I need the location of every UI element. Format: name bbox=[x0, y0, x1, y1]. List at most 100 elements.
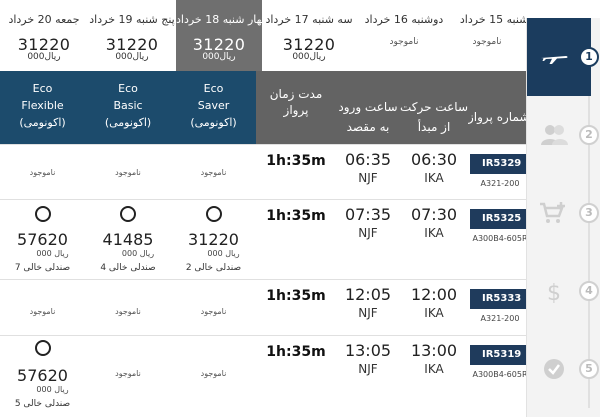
departure-cell: 13:00 IKA bbox=[400, 336, 468, 417]
duration-cell: 1h:35m bbox=[256, 336, 336, 417]
arrival-header-line1: ساعت ورود bbox=[338, 100, 398, 114]
destination-code: NJF bbox=[358, 362, 378, 376]
passengers-icon bbox=[541, 125, 568, 145]
date-tab-currency: 000ریال bbox=[292, 52, 326, 62]
arrival-cell: 06:35 NJF bbox=[336, 145, 400, 199]
svg-text:$: $ bbox=[547, 281, 561, 303]
flight-number-header-label: شماره پرواز bbox=[468, 110, 526, 124]
fare-unavailable: ناموجود bbox=[29, 168, 56, 177]
column-header-departure: ساعت حرکت از مبدأ bbox=[400, 71, 468, 144]
flight-row: 57620 000 ریال 5 صندلی خالی ناموجود نامو… bbox=[0, 335, 528, 417]
duration-cell: 1h:35m bbox=[256, 280, 336, 335]
fare-cell-basic[interactable]: 41485 000 ریال 4 صندلی خالی bbox=[85, 200, 171, 279]
destination-code: NJF bbox=[358, 226, 378, 240]
arrival-time: 07:35 bbox=[344, 205, 392, 224]
departure-cell: 06:30 IKA bbox=[400, 145, 468, 199]
fare-unavailable: ناموجود bbox=[115, 307, 141, 316]
fare-currency: 000 ریال bbox=[121, 249, 155, 258]
fare-header-line: Eco bbox=[118, 82, 138, 95]
date-tab-currency: 000ریال bbox=[27, 52, 61, 62]
date-tab-thursday-19[interactable]: پنج شنبه 19 خرداد 31220 000ریال bbox=[88, 0, 176, 71]
fare-header-name: Basic bbox=[113, 99, 143, 112]
duration-cell: 1h:35m bbox=[256, 200, 336, 279]
fare-cell-flexible[interactable]: 57620 000 ریال 7 صندلی خالی bbox=[0, 200, 85, 279]
flight-row: ناموجود ناموجود ناموجود 1h:35m 12:05 NJF… bbox=[0, 279, 526, 335]
fare-unavailable: ناموجود bbox=[200, 369, 227, 378]
fare-cell-flexible: ناموجود bbox=[0, 280, 85, 335]
departure-cell: 12:00 IKA bbox=[400, 280, 468, 335]
fare-cell-flexible: ناموجود bbox=[0, 145, 85, 199]
departure-time: 12:00 bbox=[410, 285, 458, 304]
fare-header-eco-flexible: Eco Flexible (اکونومی) bbox=[0, 71, 85, 144]
date-tab-unavailable: ناموجود bbox=[472, 37, 502, 47]
fare-seats-left: 2 صندلی خالی bbox=[185, 263, 242, 273]
fare-cell-flexible[interactable]: 57620 000 ریال 5 صندلی خالی bbox=[0, 336, 85, 417]
origin-code: IKA bbox=[424, 306, 444, 320]
fare-header-name: Saver bbox=[197, 99, 230, 112]
fare-unavailable: ناموجود bbox=[115, 168, 141, 177]
departure-time: 13:00 bbox=[410, 341, 458, 360]
date-tab-day: جمعه 20 خرداد bbox=[8, 13, 80, 26]
origin-code: IKA bbox=[424, 362, 444, 376]
fare-header-class: (اکونومی) bbox=[104, 116, 152, 129]
fare-select-radio[interactable] bbox=[205, 206, 222, 222]
date-tab-day: پنج شنبه 19 خرداد bbox=[89, 13, 175, 26]
flight-row: 57620 000 ریال 7 صندلی خالی 41485 000 ری… bbox=[0, 199, 528, 279]
fare-header-class: (اکونومی) bbox=[19, 116, 66, 129]
step-number: 3 bbox=[579, 203, 599, 223]
origin-code: IKA bbox=[424, 171, 444, 185]
flight-number-badge: IR5333 bbox=[470, 289, 526, 309]
date-tab-day: دوشنبه 16 خرداد bbox=[364, 13, 444, 26]
checkmark-icon bbox=[544, 359, 564, 379]
flight-duration: 1h:35m bbox=[266, 288, 326, 304]
fare-currency: 000 ریال bbox=[36, 249, 69, 258]
fare-cell-basic: ناموجود bbox=[85, 336, 171, 417]
fare-header-eco-basic: Eco Basic (اکونومی) bbox=[85, 71, 171, 144]
column-header-arrival: ساعت ورود به مقصد bbox=[336, 71, 400, 144]
date-tab-currency: 000ریال bbox=[115, 52, 149, 62]
fare-header-line: Eco bbox=[32, 82, 53, 95]
date-tabs: جمعه 20 خرداد 31220 000ریال پنج شنبه 19 … bbox=[0, 0, 526, 71]
date-tab-tuesday-17[interactable]: سه شنبه 17 خرداد 31220 000ریال bbox=[265, 0, 353, 71]
departure-time: 06:30 bbox=[410, 150, 458, 169]
fare-price: 31220 bbox=[188, 230, 239, 249]
fare-seats-left: 7 صندلی خالی bbox=[14, 263, 71, 273]
departure-header-line2: از مبدأ bbox=[417, 120, 451, 134]
duration-header-label: مدت زمان پرواز bbox=[269, 87, 323, 117]
fare-unavailable: ناموجود bbox=[29, 307, 56, 316]
step-number: 4 bbox=[579, 281, 599, 301]
date-tab-friday-20[interactable]: جمعه 20 خرداد 31220 000ریال bbox=[0, 0, 88, 71]
arrival-cell: 13:05 NJF bbox=[336, 336, 400, 417]
date-tab-wednesday-18[interactable]: چهار شنبه 18 خرداد 31220 000ریال bbox=[176, 0, 269, 71]
fare-cell-saver: ناموجود bbox=[171, 280, 256, 335]
duration-cell: 1h:35m bbox=[256, 145, 336, 199]
fare-header-eco-saver: Eco Saver (اکونومی) bbox=[171, 71, 256, 144]
booking-steps-sidebar: 1 2 3 $ 4 5 bbox=[526, 18, 600, 417]
fare-select-radio[interactable] bbox=[34, 340, 51, 356]
date-tab-monday-16[interactable]: دوشنبه 16 خرداد ناموجود bbox=[360, 0, 448, 71]
date-tab-sunday-15[interactable]: یکشنبه 15 خرداد ناموجود bbox=[448, 0, 526, 71]
arrival-cell: 12:05 NJF bbox=[336, 280, 400, 335]
dollar-icon: $ bbox=[547, 281, 561, 303]
flight-number-badge: IR5319 bbox=[470, 345, 526, 365]
fare-price: 41485 bbox=[102, 230, 154, 249]
arrival-header-line2: به مقصد bbox=[346, 120, 390, 134]
step-number: 2 bbox=[579, 125, 599, 145]
fare-seats-left: 4 صندلی خالی bbox=[100, 263, 156, 273]
airplane-icon bbox=[541, 56, 568, 64]
fare-select-radio[interactable] bbox=[34, 206, 51, 222]
fare-cell-basic: ناموجود bbox=[85, 280, 171, 335]
flight-duration: 1h:35m bbox=[266, 153, 326, 169]
flight-row: ناموجود ناموجود ناموجود 1h:35m 06:35 NJF… bbox=[0, 144, 526, 199]
destination-code: NJF bbox=[358, 171, 378, 185]
fare-price: 57620 bbox=[17, 366, 68, 385]
departure-header-line1: ساعت حرکت bbox=[400, 100, 469, 114]
fare-select-radio[interactable] bbox=[120, 206, 136, 222]
fare-header-class: (اکونومی) bbox=[190, 116, 237, 129]
fare-cell-saver: ناموجود bbox=[171, 145, 256, 199]
date-tab-day: سه شنبه 17 خرداد bbox=[265, 13, 353, 26]
fare-cell-saver[interactable]: 31220 000 ریال 2 صندلی خالی bbox=[171, 200, 256, 279]
fare-currency: 000 ریال bbox=[207, 249, 240, 258]
fare-unavailable: ناموجود bbox=[200, 168, 227, 177]
arrival-time: 13:05 bbox=[344, 341, 392, 360]
